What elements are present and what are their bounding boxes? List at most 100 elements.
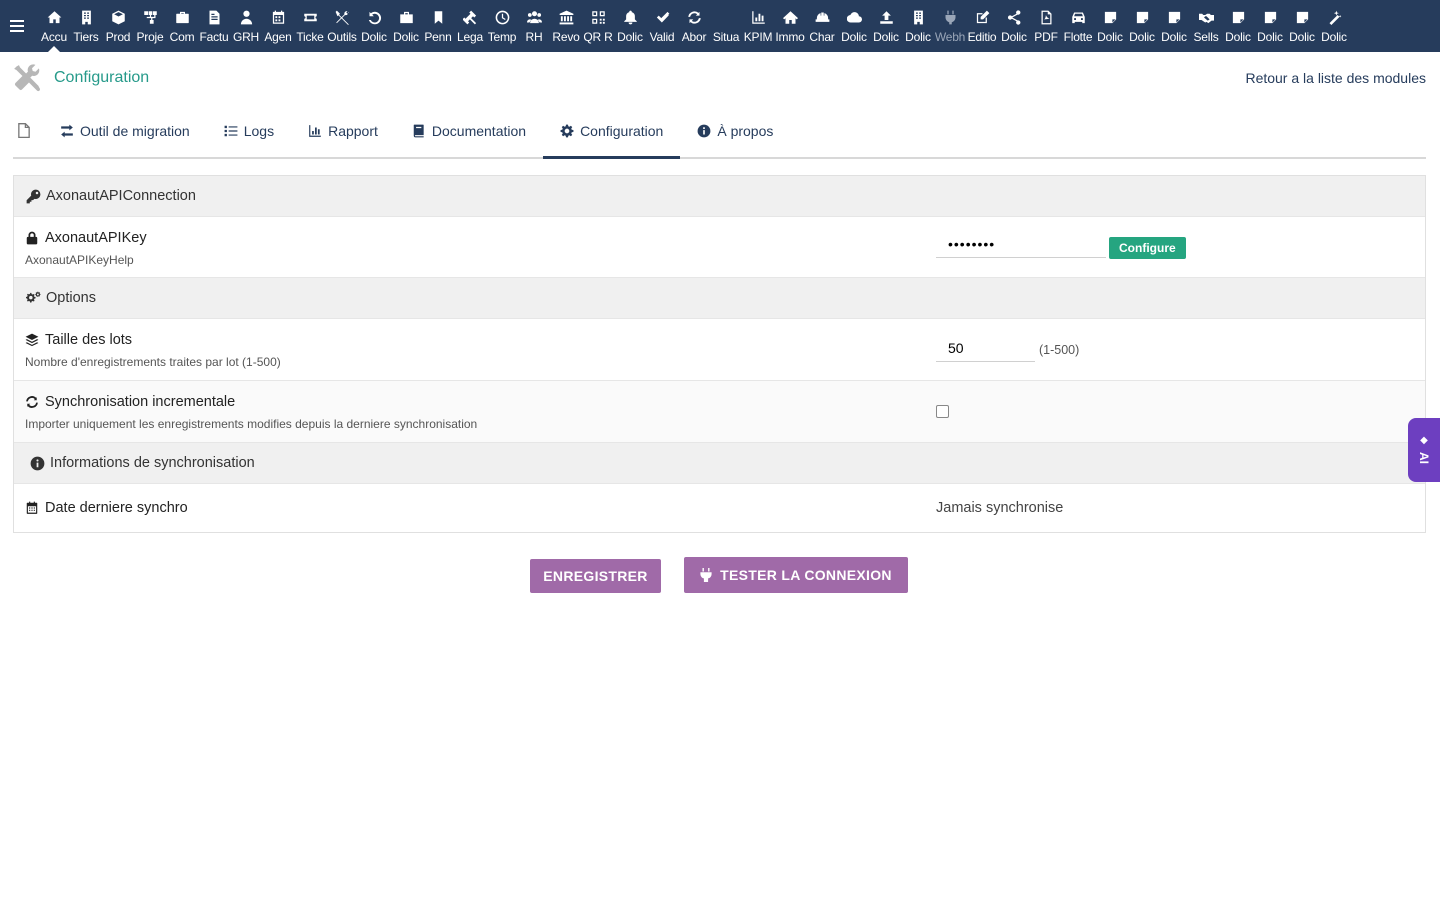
top-menu-item[interactable]: Ticke <box>294 0 326 52</box>
setting-row-incremental-sync: Synchronisation incrementale Importer un… <box>14 381 1425 443</box>
top-menu-item[interactable]: Dolic <box>902 0 934 52</box>
tab-label: Outil de migration <box>80 122 190 139</box>
api-key-input[interactable] <box>936 230 1106 258</box>
note-icon <box>1134 9 1150 26</box>
top-menu-item[interactable]: Valid <box>646 0 678 52</box>
top-menu-item[interactable]: Lega <box>454 0 486 52</box>
top-menu-item[interactable]: Tiers <box>70 0 102 52</box>
top-menu-item-label: QR R <box>583 30 613 44</box>
top-menu-item[interactable]: Editio <box>966 0 998 52</box>
top-menu-item-label: Dolic <box>1289 30 1315 44</box>
top-menu-item-label: Dolic <box>1129 30 1155 44</box>
batch-size-range: (1-500) <box>1039 343 1080 357</box>
top-menu-item[interactable]: Abor <box>678 0 710 52</box>
top-menu-item[interactable]: KPIM <box>742 0 774 52</box>
top-menu-item[interactable]: Temp <box>486 0 518 52</box>
setting-row-last-sync: Date derniere synchro Jamais synchronise <box>14 484 1425 532</box>
section-header-connection: AxonautAPIConnection <box>14 176 1425 217</box>
menu-toggle-button[interactable] <box>0 0 34 52</box>
ai-assistant-tab[interactable]: ◆ AI <box>1408 418 1440 482</box>
tools-icon <box>334 9 350 26</box>
top-menu-item[interactable]: Dolic <box>838 0 870 52</box>
top-menu-item-label: Abor <box>681 30 707 44</box>
double-check-icon <box>654 9 670 26</box>
save-button[interactable]: Enregistrer <box>530 559 661 593</box>
top-menu-item[interactable]: Accu <box>38 0 70 52</box>
top-menu-item[interactable]: Dolic <box>358 0 390 52</box>
top-menu-item-label: Tiers <box>73 30 99 44</box>
house-icon <box>782 9 798 26</box>
batch-size-input[interactable] <box>936 334 1035 362</box>
top-menu-item[interactable]: Agen <box>262 0 294 52</box>
top-menu-item[interactable]: Penn <box>422 0 454 52</box>
incremental-sync-checkbox[interactable] <box>936 405 949 418</box>
sync-icon <box>686 9 702 26</box>
top-menu-item[interactable]: RH <box>518 0 550 52</box>
top-menu-item[interactable]: Dolic <box>1286 0 1318 52</box>
top-menu-item[interactable]: Dolic <box>870 0 902 52</box>
top-menu-item[interactable]: Factu <box>198 0 230 52</box>
top-menu-item[interactable]: Flotte <box>1062 0 1094 52</box>
plug-icon <box>700 568 712 582</box>
top-menu-item[interactable]: Dolic <box>1222 0 1254 52</box>
configure-button[interactable]: Configure <box>1109 237 1186 259</box>
top-menu-item[interactable]: Com <box>166 0 198 52</box>
top-menu-item[interactable]: Dolic <box>390 0 422 52</box>
tab-documentation[interactable]: Documentation <box>395 104 543 157</box>
top-menu-item[interactable]: Outils <box>326 0 358 52</box>
info-circle-icon <box>30 456 45 471</box>
top-menu-item[interactable]: Sells <box>1190 0 1222 52</box>
setting-help: AxonautAPIKeyHelp <box>25 253 134 267</box>
tab-configuration[interactable]: Configuration <box>543 104 681 159</box>
top-menu-item[interactable]: Dolic <box>1318 0 1350 52</box>
top-menu-item-label: Lega <box>457 30 483 44</box>
note-icon <box>1294 9 1310 26</box>
top-menu-item[interactable]: Immo <box>774 0 806 52</box>
sparkle-icon: ◆ <box>1420 435 1428 446</box>
top-menu: Accu Tiers Prod Proje Com Factu GRH Agen Ticke Ou… <box>34 0 1350 52</box>
top-menu-item[interactable]: Proje <box>134 0 166 52</box>
top-menu-item[interactable]: Char <box>806 0 838 52</box>
top-menu-item[interactable]: Dolic <box>1158 0 1190 52</box>
cloud-icon <box>846 9 862 26</box>
top-menu-item[interactable]: Dolic <box>998 0 1030 52</box>
top-menu-item[interactable]: Revo <box>550 0 582 52</box>
tab-à-propos[interactable]: À propos <box>680 104 790 157</box>
top-menu-item[interactable]: Situa <box>710 0 742 52</box>
cube-icon <box>110 9 126 26</box>
gear-icon <box>560 124 574 138</box>
sync-icon <box>25 395 40 410</box>
back-to-modules-link[interactable]: Retour a la liste des modules <box>1245 70 1426 86</box>
top-menu-item[interactable]: Dolic <box>1254 0 1286 52</box>
top-menu-item-label: Dolic <box>841 30 867 44</box>
top-menu-item[interactable]: PDF <box>1030 0 1062 52</box>
tab-label: Documentation <box>431 122 527 139</box>
bank-icon <box>558 9 574 26</box>
gavel-icon <box>462 9 478 26</box>
magic-icon <box>1326 9 1342 26</box>
top-menu-item-label: Dolic <box>905 30 931 44</box>
tab-rapport[interactable]: Rapport <box>291 104 395 157</box>
top-menu-item[interactable]: Prod <box>102 0 134 52</box>
tab-outil-de-migration[interactable]: Outil de migration <box>43 104 207 157</box>
list-icon <box>224 124 238 138</box>
test-connection-button[interactable]: Tester la connexion <box>684 557 908 593</box>
top-menu-item[interactable]: Dolic <box>1126 0 1158 52</box>
top-menu-item[interactable]: Dolic <box>614 0 646 52</box>
top-menu-item[interactable]: GRH <box>230 0 262 52</box>
handshake-icon <box>1198 9 1214 26</box>
top-menu-item[interactable]: Webh <box>934 0 966 52</box>
hamburger-icon <box>10 25 24 27</box>
users-icon <box>526 9 542 26</box>
tab-card[interactable] <box>13 104 43 157</box>
calendar-icon <box>270 9 286 26</box>
bookmark-icon <box>430 9 446 26</box>
tab-label: Rapport <box>328 122 378 139</box>
top-menu-item[interactable]: Dolic <box>1094 0 1126 52</box>
tab-logs[interactable]: Logs <box>207 104 291 157</box>
note-icon <box>1230 9 1246 26</box>
top-menu-item-label: Dolic <box>1321 30 1347 44</box>
setting-row-batch-size: Taille des lots Nombre d'enregistrements… <box>14 319 1425 381</box>
briefcase-icon <box>174 9 190 26</box>
top-menu-item[interactable]: QR R <box>582 0 614 52</box>
